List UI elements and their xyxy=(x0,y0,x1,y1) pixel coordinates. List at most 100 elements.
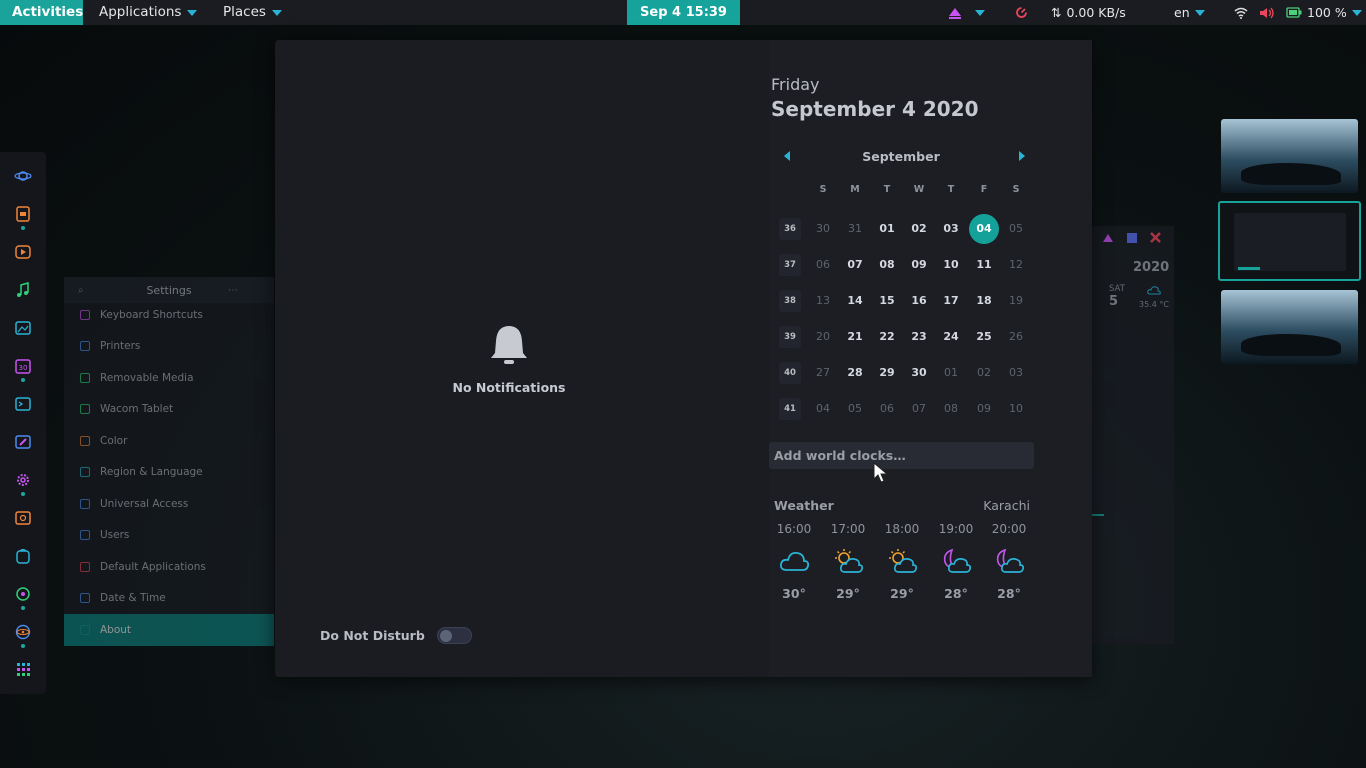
calendar-icon[interactable]: 30 xyxy=(14,358,32,374)
calendar-day[interactable]: 15 xyxy=(872,286,902,316)
settings-item-label: Removable Media xyxy=(100,371,194,384)
keyboard-layout-menu[interactable]: en xyxy=(1174,0,1205,25)
calendar-day[interactable]: 18 xyxy=(969,286,999,316)
menu-icon[interactable]: ⋯ xyxy=(228,285,238,296)
calendar-day[interactable]: 10 xyxy=(936,250,966,280)
calendar-day[interactable]: 29 xyxy=(872,358,902,388)
calendar-day[interactable]: 19 xyxy=(1001,286,1031,316)
settings-item[interactable]: Users xyxy=(64,520,274,552)
calendar-day[interactable]: 16 xyxy=(904,286,934,316)
power-indicator[interactable] xyxy=(1015,0,1028,25)
week-number[interactable]: 37 xyxy=(775,250,805,280)
music-icon[interactable] xyxy=(14,282,32,298)
settings-item[interactable]: Removable Media xyxy=(64,362,274,394)
background-window[interactable]: 2020 SAT 5 35.4 °C xyxy=(1092,226,1174,644)
calendar-day[interactable]: 11 xyxy=(969,250,999,280)
calendar-day[interactable]: 30 xyxy=(904,358,934,388)
calendar-day[interactable]: 14 xyxy=(840,286,870,316)
calendar-day[interactable]: 07 xyxy=(904,394,934,424)
files-icon[interactable] xyxy=(14,206,32,222)
saturn-icon[interactable] xyxy=(14,168,32,184)
calendar-day[interactable]: 20 xyxy=(808,322,838,352)
do-not-disturb-toggle[interactable] xyxy=(437,627,472,644)
calendar-day[interactable]: 04 xyxy=(808,394,838,424)
terminal-icon[interactable] xyxy=(14,396,32,412)
indicator-menu[interactable] xyxy=(948,0,985,25)
settings-item-label: Region & Language xyxy=(100,466,203,479)
calendar-day[interactable]: 25 xyxy=(969,322,999,352)
calendar-day[interactable]: 01 xyxy=(872,214,902,244)
settings-item[interactable]: Keyboard Shortcuts xyxy=(64,299,274,331)
calendar-day[interactable]: 24 xyxy=(936,322,966,352)
video-player-icon[interactable] xyxy=(14,244,32,260)
forecast-hour: 19:00 xyxy=(938,522,974,536)
settings-item[interactable]: Region & Language xyxy=(64,457,274,489)
calendar-day[interactable]: 21 xyxy=(840,322,870,352)
calendar-day[interactable]: 05 xyxy=(840,394,870,424)
atom-icon[interactable] xyxy=(14,624,32,640)
places-menu[interactable]: Places xyxy=(223,0,282,25)
calendar-day[interactable]: 03 xyxy=(1001,358,1031,388)
screenshot-icon[interactable] xyxy=(14,510,32,526)
image-editor-icon[interactable] xyxy=(14,434,32,450)
settings-item[interactable]: Wacom Tablet xyxy=(64,394,274,426)
activities-button[interactable]: Activities xyxy=(0,0,83,25)
calendar-day[interactable]: 22 xyxy=(872,322,902,352)
calendar-day[interactable]: 13 xyxy=(808,286,838,316)
calendar-day[interactable]: 03 xyxy=(936,214,966,244)
add-world-clocks-button[interactable]: Add world clocks… xyxy=(769,442,1034,469)
settings-item[interactable]: Printers xyxy=(64,331,274,363)
calendar-day[interactable]: 08 xyxy=(872,250,902,280)
day-label: SAT xyxy=(1109,284,1125,294)
close-icon[interactable] xyxy=(1150,232,1161,243)
week-number[interactable]: 36 xyxy=(775,214,805,244)
week-number[interactable]: 40 xyxy=(775,358,805,388)
app-grid-icon[interactable] xyxy=(14,662,32,678)
calendar-day[interactable]: 27 xyxy=(808,358,838,388)
calendar-day[interactable]: 07 xyxy=(840,250,870,280)
calendar-day[interactable]: 12 xyxy=(1001,250,1031,280)
store-icon[interactable] xyxy=(14,548,32,564)
next-month-icon[interactable] xyxy=(1019,151,1025,161)
calendar-day[interactable]: 09 xyxy=(969,394,999,424)
calendar-day[interactable]: 06 xyxy=(872,394,902,424)
settings-item[interactable]: About xyxy=(64,614,274,646)
settings-window[interactable]: ⌕ Settings ⋯ Keyboard Shortcuts Printers R… xyxy=(64,277,274,646)
calendar-day[interactable]: 31 xyxy=(840,214,870,244)
settings-gear-icon[interactable] xyxy=(14,472,32,488)
search-icon[interactable]: ⌕ xyxy=(78,285,84,296)
calendar-day-today[interactable]: 04 xyxy=(969,214,999,244)
workspace-thumbnail-3[interactable] xyxy=(1221,290,1358,364)
week-number[interactable]: 38 xyxy=(775,286,805,316)
calendar-day[interactable]: 10 xyxy=(1001,394,1031,424)
settings-item[interactable]: Color xyxy=(64,425,274,457)
calendar-day[interactable]: 02 xyxy=(969,358,999,388)
calendar-day[interactable]: 06 xyxy=(808,250,838,280)
maps-icon[interactable] xyxy=(14,586,32,602)
calendar-day[interactable]: 28 xyxy=(840,358,870,388)
settings-item-icon xyxy=(80,341,90,352)
maximize-square-icon[interactable] xyxy=(1127,233,1137,243)
workspace-thumbnail-2[interactable] xyxy=(1218,201,1361,281)
calendar-day[interactable]: 02 xyxy=(904,214,934,244)
calendar-day[interactable]: 17 xyxy=(936,286,966,316)
calendar-day[interactable]: 05 xyxy=(1001,214,1031,244)
network-speed[interactable]: ⇅ 0.00 KB/s xyxy=(1051,0,1126,25)
calendar-day[interactable]: 26 xyxy=(1001,322,1031,352)
applications-menu[interactable]: Applications xyxy=(99,0,198,25)
settings-item[interactable]: Universal Access xyxy=(64,488,274,520)
minimize-triangle-icon[interactable] xyxy=(1102,233,1114,243)
week-number[interactable]: 41 xyxy=(775,394,805,424)
calendar-day[interactable]: 01 xyxy=(936,358,966,388)
settings-item[interactable]: Default Applications xyxy=(64,551,274,583)
week-number[interactable]: 39 xyxy=(775,322,805,352)
settings-item[interactable]: Date & Time xyxy=(64,583,274,615)
image-viewer-icon[interactable] xyxy=(14,320,32,336)
calendar-day[interactable]: 08 xyxy=(936,394,966,424)
calendar-day[interactable]: 09 xyxy=(904,250,934,280)
workspace-thumbnail-1[interactable] xyxy=(1221,119,1358,193)
system-menu[interactable]: 100 % xyxy=(1234,0,1362,25)
calendar-day[interactable]: 30 xyxy=(808,214,838,244)
calendar-day[interactable]: 23 xyxy=(904,322,934,352)
clock-button[interactable]: Sep 4 15:39 xyxy=(627,0,740,25)
